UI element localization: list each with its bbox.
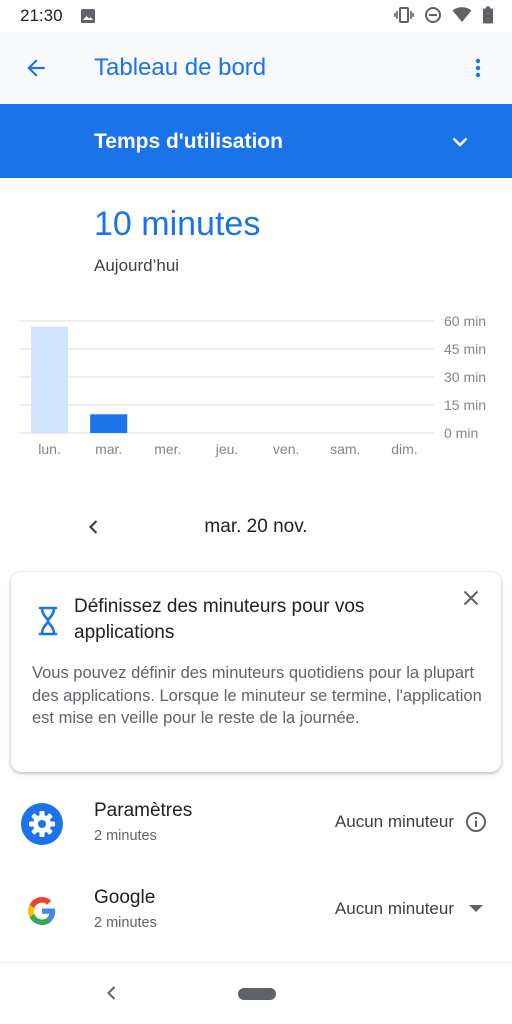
y-tick-label: 30 min [444,369,486,385]
arrow-back-icon [27,59,45,77]
y-tick-label: 60 min [444,313,486,329]
battery-icon [483,6,493,24]
app-usage-time: 2 minutes [94,915,157,931]
info-icon [466,812,486,832]
x-tick-label: dim. [391,441,417,457]
app-name: Google [94,887,156,908]
app-usage-time: 2 minutes [94,828,157,844]
chart-bar-1[interactable] [31,326,69,433]
y-tick-label: 45 min [444,341,486,357]
settings-icon [21,803,63,845]
app-name: Paramètres [94,800,193,821]
tip-card-title: Définissez des minuteurs pour vos applic… [74,596,365,643]
x-tick-label: jeu. [215,441,239,457]
page-title: Tableau de bord [94,54,267,81]
app-row-settings[interactable]: Paramètres 2 minutes Aucun minuteur [0,786,512,866]
x-tick-label: ven. [273,441,299,457]
more-vert-icon [475,58,481,78]
date-navigation: mar. 20 nov. [0,505,512,549]
hourglass-icon [38,606,58,636]
y-tick-label: 0 min [444,425,478,441]
metric-dropdown[interactable]: Temps d'utilisation [0,104,512,178]
usage-total: 10 minutes [94,205,261,243]
nav-back-icon[interactable] [100,981,124,1005]
status-icons [394,6,494,24]
app-timer-status[interactable]: Aucun minuteur [335,899,454,919]
timer-dropdown-button[interactable] [464,897,488,921]
do-not-disturb-icon [425,7,441,23]
image-icon [81,9,95,23]
x-tick-label: lun. [38,441,61,457]
x-tick-label: mer. [154,441,181,457]
app-timer-status[interactable]: Aucun minuteur [335,812,454,832]
status-bar: 21:30 [0,0,512,32]
selected-date: mar. 20 nov. [204,516,308,537]
app-timer-tip-card: Définissez des minuteurs pour vos applic… [11,572,501,772]
app-bar: Tableau de bord [0,32,512,104]
app-info-button[interactable] [464,810,488,834]
tip-card-body: Vous pouvez définir des minuteurs quotid… [32,664,482,727]
metric-dropdown-label: Temps d'utilisation [94,130,283,153]
nav-home-pill[interactable] [238,988,276,1000]
chevron-down-icon [452,137,468,147]
app-row-google[interactable]: Google 2 minutes Aucun minuteur [0,873,512,953]
wifi-icon [452,7,472,22]
usage-period: Aujourd’hui [94,256,180,275]
x-tick-label: mar. [95,441,122,457]
x-tick-label: sam. [330,441,360,457]
y-tick-label: 15 min [444,397,486,413]
usage-bar-chart: 0 min 15 min 30 min 45 min 60 min lun. mar. mer… [20,313,486,457]
status-time: 21:30 [20,6,63,25]
back-button[interactable] [16,48,56,88]
google-icon [28,897,56,925]
close-icon [463,590,479,606]
dismiss-tip-button[interactable] [457,584,485,612]
dropdown-arrow-icon [469,905,483,912]
vibrate-icon [394,7,414,23]
more-options-button[interactable] [458,48,498,88]
system-navigation-bar [0,962,512,1024]
chart-bar-2[interactable] [90,414,128,433]
